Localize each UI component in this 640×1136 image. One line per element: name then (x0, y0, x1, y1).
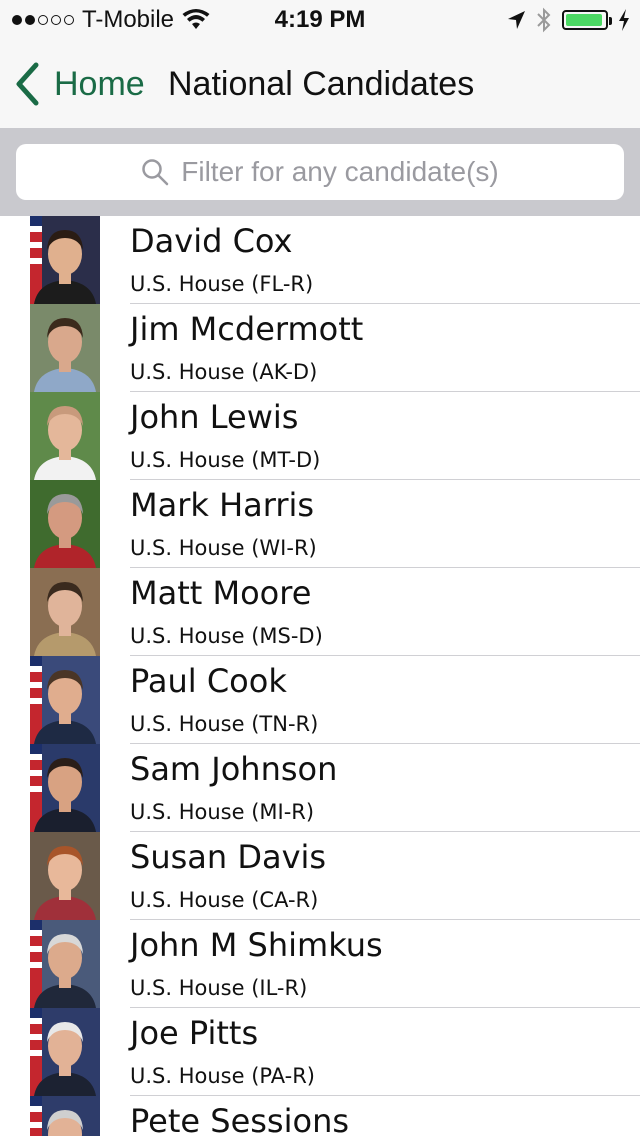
candidate-photo (30, 1096, 100, 1136)
candidate-name: Sam Johnson (130, 750, 338, 788)
candidate-photo (30, 304, 100, 392)
candidate-text: Pete Sessions (130, 1096, 640, 1136)
chevron-left-icon (16, 62, 39, 106)
candidate-text: John Lewis U.S. House (MT-D) (130, 392, 640, 480)
back-button[interactable]: Home (14, 40, 145, 128)
candidate-office: U.S. House (WI-R) (130, 536, 317, 560)
candidate-office: U.S. House (TN-R) (130, 712, 319, 736)
candidate-text: Jim Mcdermott U.S. House (AK-D) (130, 304, 640, 392)
candidate-row[interactable]: Joe Pitts U.S. House (PA-R) (0, 1008, 640, 1096)
candidate-office: U.S. House (IL-R) (130, 976, 308, 1000)
candidate-photo (30, 392, 100, 480)
candidate-office: U.S. House (AK-D) (130, 360, 318, 384)
candidate-office: U.S. House (CA-R) (130, 888, 319, 912)
status-bar-right (506, 6, 630, 34)
search-input[interactable] (16, 144, 624, 200)
candidate-row[interactable]: Pete Sessions (0, 1096, 640, 1136)
candidate-text: Paul Cook U.S. House (TN-R) (130, 656, 640, 744)
candidate-name: Paul Cook (130, 662, 287, 700)
candidate-text: Joe Pitts U.S. House (PA-R) (130, 1008, 640, 1096)
candidate-name: Joe Pitts (130, 1014, 259, 1052)
candidate-portrait (30, 744, 100, 832)
candidate-text: Susan Davis U.S. House (CA-R) (130, 832, 640, 920)
candidate-office: U.S. House (MI-R) (130, 800, 315, 824)
bluetooth-icon (537, 7, 551, 33)
status-bar: T-Mobile 4:19 PM (0, 0, 640, 40)
candidate-photo (30, 568, 100, 656)
battery-level-fill (566, 14, 602, 26)
candidate-name: Jim Mcdermott (130, 310, 364, 348)
search-bar: Filter for any candidate(s) (0, 128, 640, 216)
candidate-photo (30, 744, 100, 832)
candidate-row[interactable]: Jim Mcdermott U.S. House (AK-D) (0, 304, 640, 392)
candidate-photo (30, 832, 100, 920)
candidate-office: U.S. House (FL-R) (130, 272, 314, 296)
candidate-name: Matt Moore (130, 574, 312, 612)
candidate-portrait (30, 480, 100, 568)
battery-icon (562, 10, 612, 30)
candidate-photo (30, 656, 100, 744)
candidate-text: John M Shimkus U.S. House (IL-R) (130, 920, 640, 1008)
battery-cap (609, 17, 612, 25)
candidate-row[interactable]: Sam Johnson U.S. House (MI-R) (0, 744, 640, 832)
candidate-row[interactable]: Susan Davis U.S. House (CA-R) (0, 832, 640, 920)
candidate-row[interactable]: David Cox U.S. House (FL-R) (0, 216, 640, 304)
candidate-portrait (30, 832, 100, 920)
page-title: National Candidates (168, 65, 475, 103)
candidate-text: Mark Harris U.S. House (WI-R) (130, 480, 640, 568)
candidate-name: David Cox (130, 222, 293, 260)
candidate-portrait (30, 568, 100, 656)
candidate-portrait (30, 216, 100, 304)
candidate-portrait (30, 656, 100, 744)
charging-icon (619, 9, 629, 31)
location-icon (508, 11, 525, 29)
candidate-text: Sam Johnson U.S. House (MI-R) (130, 744, 640, 832)
candidate-office: U.S. House (MS-D) (130, 624, 323, 648)
candidate-portrait (30, 1008, 100, 1096)
candidate-row[interactable]: John M Shimkus U.S. House (IL-R) (0, 920, 640, 1008)
candidate-text: Matt Moore U.S. House (MS-D) (130, 568, 640, 656)
candidate-portrait (30, 304, 100, 392)
app-screen: T-Mobile 4:19 PM Home National Candidate… (0, 0, 640, 1136)
candidate-row[interactable]: Paul Cook U.S. House (TN-R) (0, 656, 640, 744)
candidate-portrait (30, 920, 100, 1008)
candidate-name: Mark Harris (130, 486, 315, 524)
candidate-name: John Lewis (130, 398, 299, 436)
candidate-text: David Cox U.S. House (FL-R) (130, 216, 640, 304)
candidate-name: Susan Davis (130, 838, 327, 876)
back-button-label: Home (54, 64, 145, 103)
candidate-office: U.S. House (MT-D) (130, 448, 321, 472)
candidate-list: David Cox U.S. House (FL-R) Jim Mcdermott U… (0, 216, 640, 1136)
candidate-row[interactable]: Mark Harris U.S. House (WI-R) (0, 480, 640, 568)
candidate-photo (30, 216, 100, 304)
candidate-office: U.S. House (PA-R) (130, 1064, 315, 1088)
candidate-name: Pete Sessions (130, 1102, 350, 1136)
candidate-row[interactable]: Matt Moore U.S. House (MS-D) (0, 568, 640, 656)
navigation-bar: Home National Candidates (0, 40, 640, 128)
candidate-portrait (30, 1096, 100, 1136)
candidate-photo (30, 1008, 100, 1096)
candidate-name: John M Shimkus (130, 926, 383, 964)
candidate-photo (30, 920, 100, 1008)
candidate-row[interactable]: John Lewis U.S. House (MT-D) (0, 392, 640, 480)
candidate-portrait (30, 392, 100, 480)
candidate-photo (30, 480, 100, 568)
